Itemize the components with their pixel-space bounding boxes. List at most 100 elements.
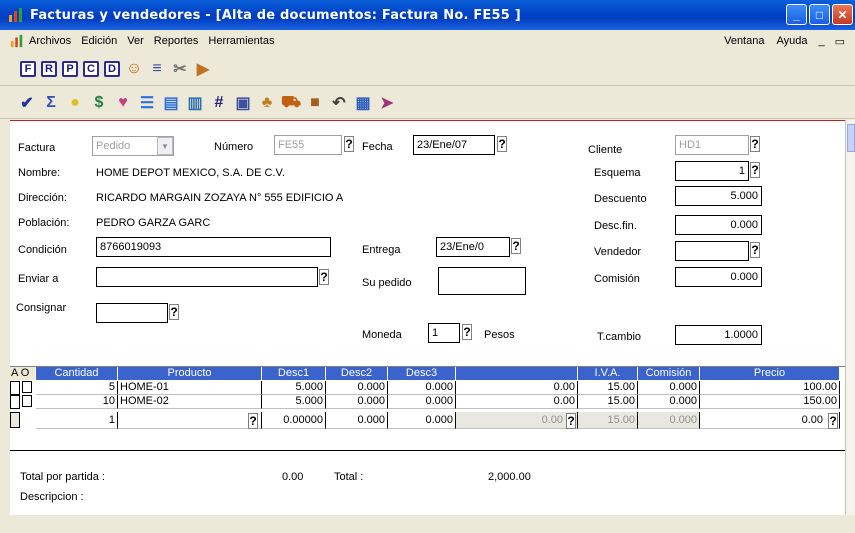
grid-help-button[interactable]: ? bbox=[566, 413, 576, 429]
people-icon[interactable]: ☺ bbox=[125, 60, 143, 78]
tcambio-field[interactable]: 1.0000 bbox=[675, 325, 762, 345]
esquema-help-button[interactable]: ? bbox=[750, 162, 760, 178]
table-cell[interactable]: 5.000 bbox=[262, 381, 326, 395]
condicion-field[interactable]: 8766019093 bbox=[96, 237, 331, 257]
consignar-field[interactable] bbox=[96, 303, 168, 323]
print-icon[interactable]: ▣ bbox=[234, 94, 252, 112]
table-cell[interactable]: 0.000 bbox=[326, 381, 388, 395]
delete-line-icon[interactable]: ▤ bbox=[162, 94, 180, 112]
scroll-thumb[interactable] bbox=[847, 124, 855, 152]
chart-icon[interactable]: ▥ bbox=[186, 94, 204, 112]
table-cell[interactable]: 15.00 bbox=[578, 412, 638, 429]
table-cell[interactable]: 0.00 bbox=[456, 381, 578, 395]
table-cell[interactable]: 0.000 bbox=[326, 395, 388, 409]
row-selector[interactable] bbox=[10, 412, 20, 428]
table-cell[interactable]: 100.00 bbox=[700, 381, 840, 395]
lines-icon[interactable]: ☰ bbox=[138, 94, 156, 112]
table-cell[interactable] bbox=[118, 412, 262, 429]
table-cell[interactable]: HOME-01 bbox=[118, 381, 262, 395]
table-cell[interactable]: 5.000 bbox=[262, 395, 326, 409]
pedido-button[interactable]: P bbox=[62, 60, 78, 77]
table-cell[interactable]: 0.00000 bbox=[262, 412, 326, 429]
menu-ver[interactable]: Ver bbox=[122, 35, 149, 47]
numero-field[interactable]: FE55 bbox=[274, 135, 342, 155]
col-desc2[interactable]: Desc2 bbox=[326, 367, 388, 380]
remision-button[interactable]: R bbox=[41, 60, 57, 77]
menu-herramientas[interactable]: Herramientas bbox=[203, 35, 279, 47]
row-selector[interactable] bbox=[10, 381, 20, 395]
enviar-help-button[interactable]: ? bbox=[319, 269, 329, 285]
table-cell[interactable]: 0.000 bbox=[388, 395, 456, 409]
precio-help-button[interactable]: ? bbox=[828, 413, 838, 429]
col-desc3[interactable]: Desc3 bbox=[388, 367, 456, 380]
factura-button[interactable]: F bbox=[20, 60, 36, 77]
truck-icon[interactable]: ⛟ bbox=[281, 94, 301, 112]
chevron-down-icon[interactable]: ▼ bbox=[157, 137, 173, 155]
bulb-icon[interactable]: ● bbox=[66, 94, 84, 112]
moneda-help-button[interactable]: ? bbox=[462, 324, 472, 340]
cliente-field[interactable]: HD1 bbox=[675, 135, 749, 155]
col-iva[interactable]: I.V.A. bbox=[578, 367, 638, 380]
sum-icon[interactable]: Σ bbox=[42, 94, 60, 112]
money-icon[interactable]: $ bbox=[90, 94, 108, 112]
cotizacion-button[interactable]: C bbox=[83, 60, 99, 77]
curve-icon[interactable]: ↶ bbox=[330, 94, 348, 112]
menu-ayuda[interactable]: Ayuda bbox=[771, 35, 812, 47]
table-cell[interactable]: 0.00 bbox=[456, 395, 578, 409]
mdi-minimize-icon[interactable]: _ bbox=[814, 35, 828, 47]
table-cell[interactable]: 0.000 bbox=[326, 412, 388, 429]
table-cell[interactable]: 10 bbox=[36, 395, 118, 409]
handshake-icon[interactable]: ♥ bbox=[114, 94, 132, 112]
descuento-field[interactable]: 5.000 bbox=[675, 186, 762, 206]
table-cell[interactable]: 5 bbox=[36, 381, 118, 395]
minimize-button[interactable]: _ bbox=[786, 4, 807, 25]
table-cell[interactable]: 0.000 bbox=[638, 412, 700, 429]
menu-archivos[interactable]: Archivos bbox=[24, 35, 76, 47]
pointer-icon[interactable]: ➤ bbox=[378, 94, 396, 112]
table-cell[interactable]: 1 bbox=[36, 412, 118, 429]
table-cell[interactable]: 0.000 bbox=[388, 412, 456, 429]
tools-icon[interactable]: ✂ bbox=[171, 60, 189, 78]
table-cell[interactable]: 150.00 bbox=[700, 395, 840, 409]
vendedor-field[interactable] bbox=[675, 241, 749, 261]
supedido-field[interactable] bbox=[438, 267, 526, 295]
table-cell[interactable]: 0.00 bbox=[456, 412, 578, 429]
table-cell[interactable]: 0.000 bbox=[388, 381, 456, 395]
col-desc1[interactable]: Desc1 bbox=[262, 367, 326, 380]
hash-icon[interactable]: # bbox=[210, 94, 228, 112]
menu-ventana[interactable]: Ventana bbox=[719, 35, 769, 47]
vendedor-help-button[interactable]: ? bbox=[750, 242, 760, 258]
row-selector[interactable] bbox=[10, 395, 20, 409]
col-cantidad[interactable]: Cantidad bbox=[36, 367, 118, 380]
check-icon[interactable]: ✔ bbox=[18, 94, 36, 112]
col-producto[interactable]: Producto bbox=[118, 367, 262, 380]
cliente-help-button[interactable]: ? bbox=[750, 136, 760, 152]
col-blank[interactable] bbox=[456, 367, 578, 380]
menu-reportes[interactable]: Reportes bbox=[149, 35, 204, 47]
menu-edicion[interactable]: Edición bbox=[76, 35, 122, 47]
vertical-scrollbar[interactable] bbox=[845, 120, 855, 515]
calendar-icon[interactable]: ▦ bbox=[354, 94, 372, 112]
entrega-field[interactable]: 23/Ene/0 bbox=[436, 237, 510, 257]
table-cell[interactable]: 15.00 bbox=[578, 381, 638, 395]
people-group-icon[interactable]: ♣ bbox=[258, 94, 276, 112]
devolucion-button[interactable]: D bbox=[104, 60, 120, 77]
moneda-field[interactable]: 1 bbox=[428, 323, 460, 343]
table-cell[interactable]: 0.00 bbox=[700, 412, 840, 429]
descfin-field[interactable]: 0.000 bbox=[675, 215, 762, 235]
table-cell[interactable]: HOME-02 bbox=[118, 395, 262, 409]
esquema-field[interactable]: 1 bbox=[675, 161, 749, 181]
fecha-field[interactable]: 23/Ene/07 bbox=[413, 135, 495, 155]
table-cell[interactable]: 0.000 bbox=[638, 381, 700, 395]
mdi-restore-icon[interactable]: ▭ bbox=[831, 35, 849, 48]
box-icon[interactable]: ■ bbox=[306, 94, 324, 112]
table-cell[interactable]: 15.00 bbox=[578, 395, 638, 409]
col-precio[interactable]: Precio bbox=[700, 367, 840, 380]
exit-icon[interactable]: ▶ bbox=[194, 60, 212, 78]
maximize-button[interactable]: □ bbox=[809, 4, 830, 25]
producto-help-button[interactable]: ? bbox=[248, 413, 258, 429]
consignar-help-button[interactable]: ? bbox=[169, 304, 179, 320]
folder-icon[interactable]: ≡ bbox=[148, 60, 166, 78]
col-comision[interactable]: Comisión bbox=[638, 367, 700, 380]
fecha-help-button[interactable]: ? bbox=[497, 136, 507, 152]
